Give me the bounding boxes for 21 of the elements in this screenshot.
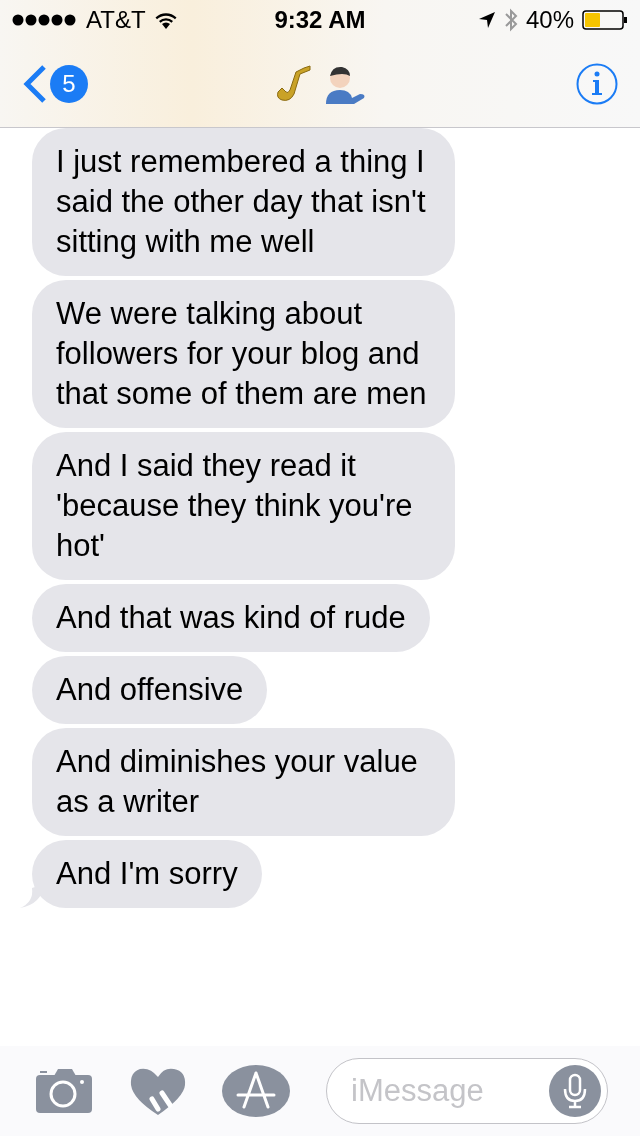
unread-badge[interactable]: 5 [50,65,88,103]
message-bubble: We were talking about followers for your blog and that some of them are men [32,280,455,428]
carrier-name: AT&T [86,6,146,34]
message-bubble: And I said they read it 'because they think you're hot' [32,432,455,580]
status-time: 9:32 AM [274,6,366,33]
message-bubble: And offensive [32,656,268,724]
wifi-icon [153,11,178,29]
signal-icon [12,14,78,26]
location-arrow-icon [477,11,496,29]
message-bubble: And that was kind of rude [32,584,430,652]
battery-percent: 40% [525,6,574,34]
microphone-icon [562,1073,588,1109]
back-icon[interactable] [22,64,48,104]
bluetooth-icon [503,8,518,32]
battery-icon [582,10,628,30]
app-store-icon[interactable] [222,1065,290,1117]
message-bubble: And diminishes your value as a writer [32,728,455,836]
heart-icon[interactable] [130,1067,186,1115]
message-bubble: I just remembered a thing I said the other day that isn't sitting with me well [32,128,455,276]
info-icon[interactable] [576,63,618,105]
camera-icon[interactable] [36,1069,94,1113]
